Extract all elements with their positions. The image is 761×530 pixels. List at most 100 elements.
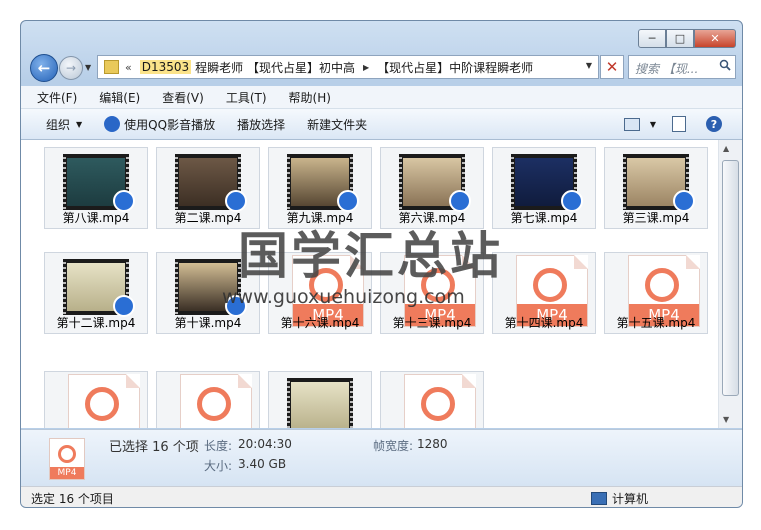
film-strip [511,154,514,210]
page-fold [238,374,252,388]
file-name: 第十三课.mp4 [392,316,472,330]
page-fold [126,374,140,388]
film-strip [623,154,626,210]
breadcrumb-separator-icon[interactable]: ▶ [363,63,369,72]
frame-width-key: 帧宽度: [373,439,414,453]
play-selection-button[interactable]: 播放选择 [237,116,285,133]
new-folder-label: 新建文件夹 [307,117,368,132]
file-name: 第八课.mp4 [62,211,130,225]
minimize-button[interactable]: ─ [638,29,666,48]
file-name: 第十二课.mp4 [56,316,136,330]
breadcrumb-segment-3[interactable]: 【现代占星】中阶课程瞬老师 [377,59,533,76]
length-key: 长度: [204,439,233,453]
page-fold [462,374,476,388]
play-selection-label: 播放选择 [237,117,286,132]
media-ring-icon [645,268,679,302]
search-box[interactable]: 搜索 【现... [628,55,736,79]
chevron-down-icon: ▼ [76,119,83,129]
arrow-left-icon: ← [37,59,51,77]
file-item[interactable]: MP4 第十四课.mp4 [492,252,596,334]
media-ring-icon [85,387,119,421]
menu-view[interactable]: 查看(V) [162,89,204,106]
file-item[interactable] [156,371,260,428]
video-thumbnail [287,378,353,428]
preview-pane-icon[interactable] [672,116,686,132]
selection-summary: 已选择 16 个项 [109,440,199,455]
organize-button[interactable]: 组织 ▼ [46,116,82,133]
film-strip [350,378,353,428]
length-value: 20:04:30 [238,437,292,451]
media-ring-icon [421,387,455,421]
file-name: 第十四课.mp4 [504,316,584,330]
organize-label: 组织 [46,117,71,132]
film-strip [63,259,66,315]
mp4-file-icon [180,374,252,428]
change-view-icon[interactable] [623,117,640,131]
size-value: 3.40 GB [238,457,287,471]
page-fold [574,255,588,269]
file-name: 第七课.mp4 [510,211,578,225]
file-item[interactable] [380,371,484,428]
vertical-scrollbar[interactable]: ▲ ▼ [718,140,742,428]
film-strip [399,154,402,210]
close-button[interactable]: ✕ [694,29,736,48]
details-pane: MP4 已选择 16 个项 长度: 20:04:30 大小: 3.40 GB 帧… [21,429,742,486]
search-placeholder: 搜索 【现... [635,62,699,76]
address-bar[interactable]: « D13503 程瞬老师 【现代占星】初中高 ▶ 【现代占星】中阶课程瞬老师 … [97,55,599,79]
media-ring-icon [533,268,567,302]
recent-pages-dropdown[interactable]: ▼ [85,63,91,72]
address-dropdown-icon[interactable]: ▼ [586,61,592,70]
menu-edit[interactable]: 编辑(E) [99,89,140,106]
file-name: 第三课.mp4 [622,211,690,225]
mp4-file-icon: MP4 [49,438,85,480]
back-button[interactable]: ← [30,54,58,82]
media-ring-icon [58,445,76,463]
media-ring-icon [197,387,231,421]
breadcrumb-overflow[interactable]: « [125,61,132,74]
navigation-row: ← → ▼ « D13503 程瞬老师 【现代占星】初中高 ▶ 【现代占星】中阶… [21,51,742,85]
scroll-up-icon[interactable]: ▲ [723,144,729,153]
arrow-right-icon: → [65,61,77,75]
new-folder-button[interactable]: 新建文件夹 [307,116,367,133]
status-location-label: 计算机 [612,492,649,506]
scroll-down-icon[interactable]: ▼ [723,415,729,424]
refresh-button[interactable]: ✕ [600,55,624,79]
file-item[interactable] [268,371,372,428]
file-item[interactable]: 第十二课.mp4 [44,252,148,334]
mp4-band: MP4 [50,467,84,479]
menu-help[interactable]: 帮助(H) [289,89,331,106]
close-x-icon: ✕ [605,58,619,76]
search-icon[interactable] [719,59,731,71]
file-name: 第十课.mp4 [174,316,242,330]
watermark-title: 国学汇总站 [238,226,503,285]
qq-player-icon [104,116,121,132]
film-strip [175,259,178,315]
view-dropdown-icon[interactable]: ▼ [650,120,656,129]
file-item[interactable] [44,371,148,428]
file-item[interactable]: 第三课.mp4 [604,147,708,229]
mp4-file-icon [68,374,140,428]
menu-tools[interactable]: 工具(T) [226,89,267,106]
file-item[interactable]: 第八课.mp4 [44,147,148,229]
file-name: 第十五课.mp4 [616,316,696,330]
help-icon[interactable]: ? [706,116,722,132]
command-bar: 组织 ▼ 使用QQ影音播放 播放选择 新建文件夹 ▼ ? [21,109,742,140]
mp4-file-icon [404,374,476,428]
file-item[interactable]: MP4 第十五课.mp4 [604,252,708,334]
play-with-qq-label: 使用QQ影音播放 [124,117,216,132]
file-item[interactable]: 第七课.mp4 [492,147,596,229]
page-fold [686,255,700,269]
breadcrumb-segment-1[interactable]: D13503 [139,60,192,74]
scroll-thumb[interactable] [722,160,739,396]
toolbar-right: ▼ ? [623,109,742,139]
folder-icon [104,60,119,74]
size-key: 大小: [204,459,233,473]
maximize-button[interactable]: □ [666,29,694,48]
breadcrumb-segment-2[interactable]: 程瞬老师 【现代占星】初中高 [195,59,355,76]
caption-buttons: ─ □ ✕ [638,29,736,48]
play-with-qq-button[interactable]: 使用QQ影音播放 [104,116,215,133]
forward-button[interactable]: → [59,56,83,80]
menu-bar: 文件(F) 编辑(E) 查看(V) 工具(T) 帮助(H) [21,86,742,109]
menu-file[interactable]: 文件(F) [37,89,77,106]
status-location: 计算机 [591,490,648,507]
